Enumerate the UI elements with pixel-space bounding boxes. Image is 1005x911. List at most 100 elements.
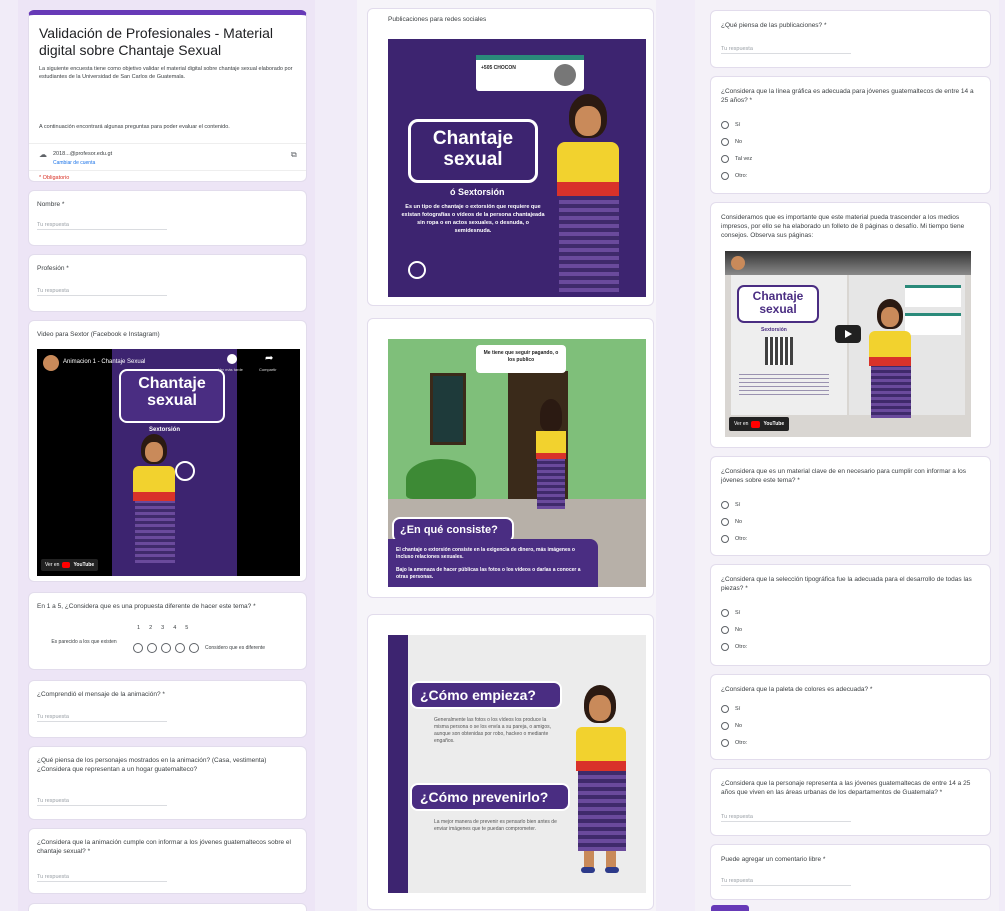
booklet-topbar	[725, 251, 971, 275]
post1-title-box: Chantaje sexual	[408, 119, 538, 183]
question-card-colores: ¿Considera que la paleta de colores es a…	[710, 674, 991, 760]
radio-otro[interactable]	[721, 172, 729, 180]
option-otro[interactable]: Otro:	[721, 739, 747, 747]
post3-title-2: ¿Cómo prevenirlo?	[420, 789, 549, 805]
booklet-watch-on-youtube[interactable]: Ver en YouTube	[729, 417, 790, 431]
question-title: Profesión *	[37, 265, 69, 272]
option-si[interactable]: Sí	[721, 705, 740, 713]
submit-button[interactable]	[711, 905, 749, 911]
post3-title-2-box: ¿Cómo prevenirlo?	[410, 783, 570, 811]
form-column-left: Validación de Profesionales - Material d…	[18, 0, 315, 911]
question-card-material: Consideramos que es importante que este …	[710, 202, 991, 448]
booklet-left-text	[739, 373, 829, 395]
name-input[interactable]: Tu respuesta	[37, 221, 167, 230]
profile-card-a	[905, 285, 961, 307]
question-card-informar: ¿Considera que la animación cumple con i…	[28, 828, 307, 894]
option-no[interactable]: No	[721, 722, 742, 730]
option-si[interactable]: Sí	[721, 609, 740, 617]
option-otro[interactable]: Otro:	[721, 535, 747, 543]
speech-bubble: Me tiene que seguir pagando, o los publi…	[476, 345, 566, 373]
switch-account-link[interactable]: Cambiar de cuenta	[53, 160, 95, 166]
radio-no[interactable]	[721, 626, 729, 634]
post2-body-2: Bajo la amenaza de hacer públicas las fo…	[396, 567, 581, 580]
watch-on-label: Ver en	[45, 562, 60, 568]
option-no[interactable]: No	[721, 626, 742, 634]
radio-otro[interactable]	[721, 643, 729, 651]
share-icon[interactable]: ➦	[265, 353, 273, 364]
radio-no[interactable]	[721, 518, 729, 526]
post-image-1: +505 CHOCON Chantaje sexual ó Sextorsión…	[388, 39, 646, 297]
option-otro[interactable]: Otro:	[721, 172, 747, 180]
form-column-right: ¿Qué piensa de las publicaciones? * Tu r…	[695, 0, 999, 911]
scale-radio-4[interactable]	[175, 643, 185, 653]
profile-card-b	[905, 313, 961, 335]
speech-bubble-text: Me tiene que seguir pagando, o los publi…	[483, 350, 559, 363]
question-card-cumplir: ¿Considera que es un material clave de e…	[710, 456, 991, 556]
scale-left-label: Es parecido a los que existen	[51, 639, 117, 645]
radio-si[interactable]	[721, 609, 729, 617]
option-si[interactable]: Sí	[721, 501, 740, 509]
question-description: Consideramos que es importante que este …	[721, 214, 965, 239]
radio-no[interactable]	[721, 722, 729, 730]
mensaje-input[interactable]: Tu respuesta	[37, 713, 167, 722]
post1-subtitle: ó Sextorsión	[450, 187, 505, 197]
question-card-linea-grafica: ¿Considera que la línea gráfica es adecu…	[710, 76, 991, 194]
required-note: * Obligatorio	[39, 175, 70, 181]
profile-card: +505 CHOCON	[476, 55, 584, 91]
character-illustration	[553, 94, 633, 294]
radio-si[interactable]	[721, 501, 729, 509]
youtube-label: YouTube	[73, 562, 95, 568]
radio-otro[interactable]	[721, 739, 729, 747]
booklet-subtitle: Sextorsión	[761, 327, 787, 333]
qr-code	[765, 337, 793, 365]
posts-card-2: Me tiene que seguir pagando, o los publi…	[367, 318, 654, 598]
scale-radio-5[interactable]	[189, 643, 199, 653]
option-no[interactable]: No	[721, 138, 742, 146]
comentario-input[interactable]: Tu respuesta	[721, 877, 851, 886]
question-title: Puede agregar un comentario libre *	[721, 856, 826, 863]
scale-radio-1[interactable]	[133, 643, 143, 653]
brand-line-2: sexual	[147, 392, 197, 409]
personajes-input[interactable]: Tu respuesta	[37, 797, 167, 806]
form-description-2: A continuación encontrará algunas pregun…	[39, 124, 230, 130]
radio-si[interactable]	[721, 705, 729, 713]
scale-radio-2[interactable]	[147, 643, 157, 653]
question-card-personajes: ¿Qué piensa de los personajes mostrados …	[28, 746, 307, 820]
copy-icon[interactable]: ⧉	[291, 150, 297, 160]
posts-column: Publicaciones para redes sociales +505 C…	[357, 0, 656, 911]
watch-later-icon[interactable]	[227, 354, 237, 364]
post-image-2: Me tiene que seguir pagando, o los publi…	[388, 339, 646, 587]
question-card-personaje: ¿Considera que la personaje representa a…	[710, 768, 991, 836]
play-button-icon[interactable]	[835, 325, 861, 343]
radio-si[interactable]	[721, 121, 729, 129]
brand-subtitle: Sextorsión	[149, 427, 181, 433]
question-card-comentario: Puede agregar un comentario libre * Tu r…	[710, 844, 991, 900]
radio-no[interactable]	[721, 138, 729, 146]
personaje-input[interactable]: Tu respuesta	[721, 813, 851, 822]
profession-input[interactable]: Tu respuesta	[37, 287, 167, 296]
option-no[interactable]: No	[721, 518, 742, 526]
booklet-watch-on-label: Ver en	[734, 421, 749, 427]
video-player[interactable]: Animacion 1 - Chantaje Sexual Ver más ta…	[37, 349, 300, 576]
video-title[interactable]: Animacion 1 - Chantaje Sexual	[63, 359, 145, 365]
radio-otro[interactable]	[721, 535, 729, 543]
watch-on-youtube[interactable]: Ver en YouTube	[41, 559, 99, 571]
account-email: 2018...@profesor.edu.gt	[53, 151, 113, 157]
informar-input[interactable]: Tu respuesta	[37, 873, 167, 882]
character-illustration	[127, 434, 187, 576]
post1-title-1: Chantaje	[432, 128, 514, 149]
booklet-youtube-label: YouTube	[763, 421, 785, 427]
post3-title-1-box: ¿Cómo empieza?	[410, 681, 562, 709]
scale-radio-3[interactable]	[161, 643, 171, 653]
option-si[interactable]: Sí	[721, 121, 740, 129]
booklet-video-player[interactable]: Chantaje sexual Sextorsión Ver en YouTub…	[725, 251, 971, 437]
pensamiento-input[interactable]: Tu respuesta	[721, 45, 851, 54]
post3-body-1: Generalmente las fotos o los vídeos los …	[434, 717, 552, 744]
option-talvez[interactable]: Tal vez	[721, 155, 752, 163]
posts-header: Publicaciones para redes sociales	[388, 16, 487, 23]
question-title: En 1 a 5, ¿Considera que es una propuest…	[37, 603, 256, 610]
question-title: ¿Considera que la selección tipográfica …	[721, 576, 972, 592]
option-otro[interactable]: Otro:	[721, 643, 747, 651]
radio-talvez[interactable]	[721, 155, 729, 163]
video-label: Video para Sextor (Facebook e Instagram)	[37, 331, 160, 338]
